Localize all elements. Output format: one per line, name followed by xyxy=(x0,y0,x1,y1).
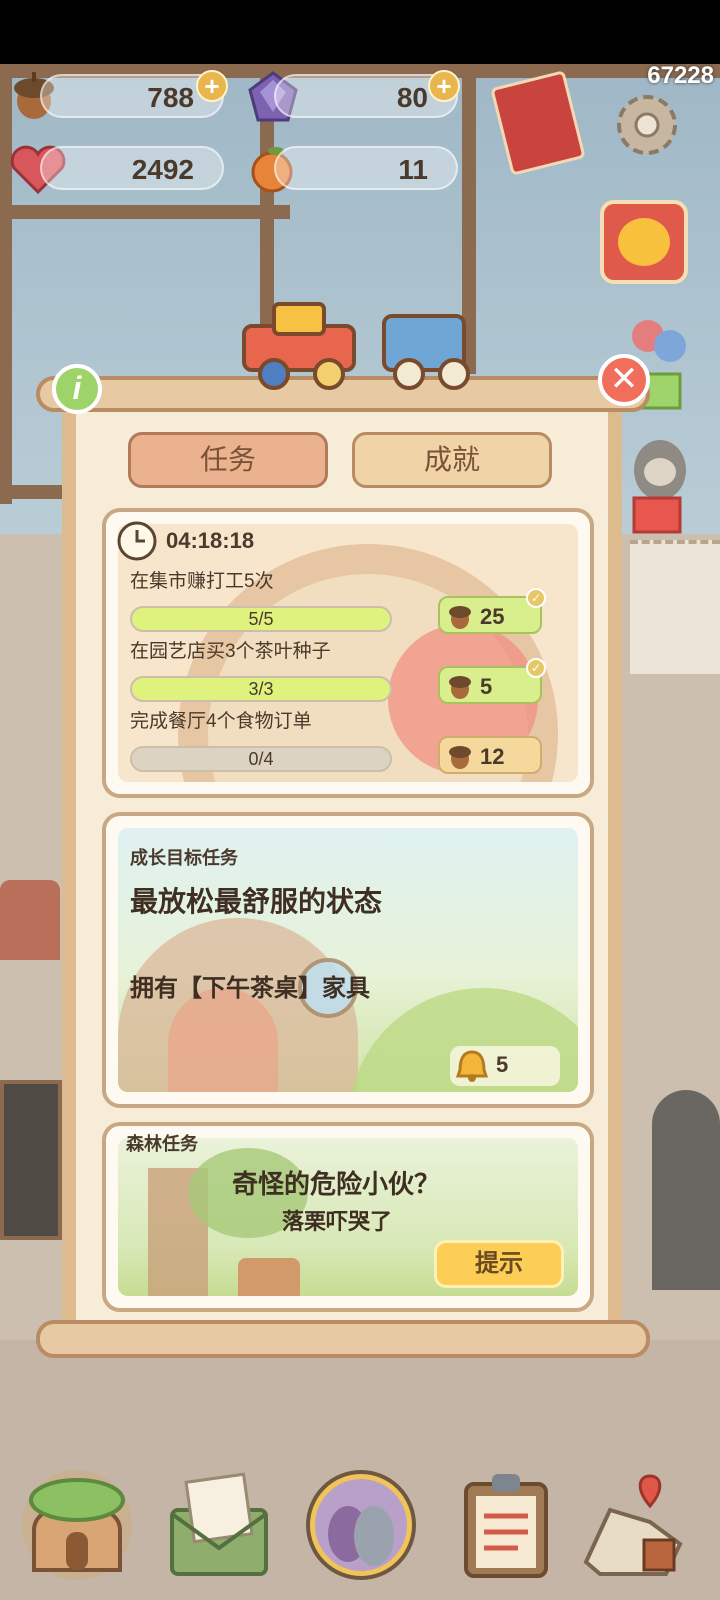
bell-icon xyxy=(455,1050,489,1082)
task-progress-text: 5/5 xyxy=(248,609,274,629)
map-nav-button[interactable] xyxy=(580,1470,690,1580)
task-reward-amount: 25 xyxy=(480,604,505,629)
task-title: 在园艺店买3个茶叶种子 xyxy=(130,641,331,662)
check-icon: ✓ xyxy=(526,588,546,608)
daily-timer: 04:18:18 xyxy=(166,528,255,553)
task-reward-amount: 12 xyxy=(480,744,505,769)
task-title: 在集市赚打工5次 xyxy=(130,571,274,592)
toy-train-decoration xyxy=(234,286,484,396)
map-icon xyxy=(583,1474,683,1576)
clock-icon xyxy=(116,520,158,562)
task-title: 完成餐厅4个食物订单 xyxy=(130,711,312,732)
growth-title: 最放松最舒服的状态 xyxy=(130,886,383,917)
heart-counter: 2492 xyxy=(40,146,224,190)
window-frame xyxy=(0,64,12,504)
add-acorn-button[interactable]: + xyxy=(196,70,228,102)
task-progress-text: 3/3 xyxy=(248,679,274,699)
growth-header: 成长目标任务 xyxy=(130,848,238,868)
heart-count: 2492 xyxy=(131,154,194,185)
orange-count: 11 xyxy=(398,154,428,185)
task-reward-amount: 5 xyxy=(480,674,493,699)
mail-nav-button[interactable] xyxy=(164,1470,274,1580)
tab-tasks[interactable]: 任务 xyxy=(128,432,328,488)
sloth-gift-icon[interactable] xyxy=(630,436,694,536)
task-reward[interactable]: 12 xyxy=(438,736,542,774)
task-progress-bar: 3/3 xyxy=(130,676,392,702)
acorn-icon xyxy=(449,606,471,629)
checklist-nav-button[interactable] xyxy=(454,1470,564,1580)
forest-header: 森林任务 xyxy=(126,1134,198,1154)
friends-nav-button[interactable] xyxy=(306,1470,416,1580)
acorn-count: 788 xyxy=(147,82,194,113)
forest-subtitle: 落栗吓哭了 xyxy=(282,1209,393,1234)
friends-icon xyxy=(315,1479,407,1571)
side-stall-roof xyxy=(0,880,60,960)
gem-count: 80 xyxy=(396,82,428,113)
task-progress-bar: 5/5 xyxy=(130,606,392,632)
home-nav-button[interactable] xyxy=(22,1470,132,1580)
acorn-icon xyxy=(449,746,471,769)
wall-tapestry xyxy=(630,540,720,674)
scroll-rod-bottom xyxy=(36,1320,650,1358)
growth-reward[interactable]: 5 xyxy=(450,1046,560,1086)
growth-description: 拥有【下午茶桌】家具 xyxy=(130,975,370,1002)
add-gem-button[interactable]: + xyxy=(428,70,460,102)
window-frame xyxy=(0,205,290,219)
task-progress-text: 0/4 xyxy=(248,749,274,769)
chalkboard-sign xyxy=(0,1080,62,1240)
hint-button[interactable]: 提示 xyxy=(434,1240,564,1288)
acorn-icon xyxy=(449,676,471,699)
clipboard-icon xyxy=(464,1474,548,1578)
tab-achievements[interactable]: 成就 xyxy=(352,432,552,488)
growth-reward-amount: 5 xyxy=(496,1052,509,1077)
tv-icon[interactable] xyxy=(600,200,688,284)
info-button[interactable]: i xyxy=(52,364,102,414)
envelope-icon xyxy=(170,1472,268,1576)
sloth-character xyxy=(652,1090,720,1290)
gear-icon[interactable] xyxy=(610,88,684,167)
task-progress-bar: 0/4 xyxy=(130,746,392,772)
score-readout: 67228 xyxy=(647,62,714,89)
check-icon: ✓ xyxy=(526,658,546,678)
status-bar xyxy=(0,0,720,64)
forest-title: 奇怪的危险小伙？ xyxy=(232,1169,441,1199)
orange-counter: 11 xyxy=(274,146,458,190)
house-icon xyxy=(29,1478,125,1572)
close-button[interactable]: ✕ xyxy=(598,354,650,406)
